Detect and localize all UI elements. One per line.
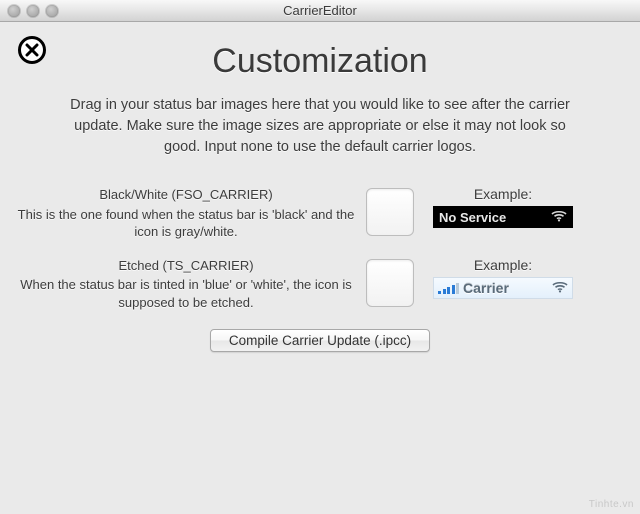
close-button[interactable] <box>18 36 46 64</box>
example-text: Carrier <box>463 280 509 296</box>
titlebar: CarrierEditor <box>0 0 640 22</box>
traffic-light-minimize[interactable] <box>27 5 39 17</box>
example-column: Example: Carrier <box>428 257 578 299</box>
example-etched-preview: Carrier <box>433 277 573 299</box>
dropzone-etched[interactable] <box>366 259 414 307</box>
traffic-lights <box>0 5 58 17</box>
page-description: Drag in your status bar images here that… <box>70 95 570 158</box>
close-icon <box>25 43 39 57</box>
row-text: Black/White (FSO_CARRIER) This is the on… <box>16 186 356 241</box>
row-desc: This is the one found when the status ba… <box>18 207 355 240</box>
compile-button[interactable]: Compile Carrier Update (.ipcc) <box>210 329 430 352</box>
page-title: Customization <box>0 42 640 81</box>
carrier-row-black-white: Black/White (FSO_CARRIER) This is the on… <box>0 186 640 241</box>
row-desc: When the status bar is tinted in 'blue' … <box>20 277 352 310</box>
traffic-light-close[interactable] <box>8 5 20 17</box>
example-label: Example: <box>428 257 578 273</box>
signal-bars-icon <box>438 282 459 294</box>
example-text: No Service <box>439 210 506 225</box>
dropzone-black-white[interactable] <box>366 188 414 236</box>
row-text: Etched (TS_CARRIER) When the status bar … <box>16 257 356 312</box>
example-black-preview: No Service <box>433 206 573 228</box>
example-label: Example: <box>428 186 578 202</box>
row-label: Etched (TS_CARRIER) <box>16 257 356 275</box>
wifi-icon <box>551 210 567 225</box>
carrier-row-etched: Etched (TS_CARRIER) When the status bar … <box>0 257 640 312</box>
window-title: CarrierEditor <box>0 3 640 18</box>
traffic-light-zoom[interactable] <box>46 5 58 17</box>
window-body: Customization Drag in your status bar im… <box>0 22 640 514</box>
row-label: Black/White (FSO_CARRIER) <box>16 186 356 204</box>
example-column: Example: No Service <box>428 186 578 228</box>
watermark: Tinhte.vn <box>589 499 634 510</box>
wifi-icon <box>552 280 568 296</box>
